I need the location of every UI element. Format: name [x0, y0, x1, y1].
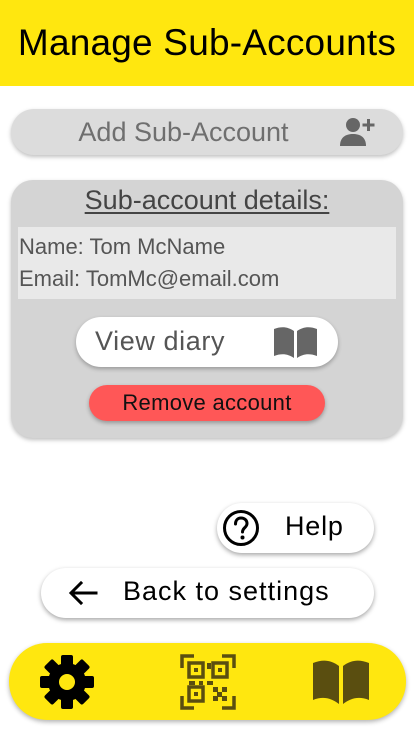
view-diary-label: View diary	[95, 326, 226, 356]
sub-account-card: Sub-account details: Name: Tom McName Em…	[11, 180, 403, 438]
back-to-settings-button[interactable]: Back to settings	[41, 568, 374, 618]
help-label: Help	[285, 511, 344, 541]
qr-code-icon	[180, 653, 236, 710]
gear-icon	[40, 654, 94, 709]
arrow-left-icon	[68, 580, 98, 606]
add-user-icon	[340, 118, 375, 146]
add-sub-account-button[interactable]: Add Sub-Account	[11, 109, 403, 155]
remove-account-button[interactable]: Remove account	[89, 385, 325, 421]
card-title: Sub-account details:	[84, 185, 330, 215]
bottom-nav	[9, 643, 406, 720]
book-icon	[274, 327, 317, 358]
page-title: Manage Sub-Accounts	[17, 22, 397, 63]
add-sub-account-label: Add Sub-Account	[78, 116, 289, 147]
nav-settings[interactable]	[31, 643, 103, 720]
app-header: Manage Sub-Accounts	[0, 0, 414, 86]
question-circle-icon	[223, 510, 259, 546]
nav-diary[interactable]	[305, 643, 377, 720]
back-to-settings-label: Back to settings	[123, 576, 330, 606]
account-name: Name: Tom McName	[19, 234, 226, 259]
remove-account-label: Remove account	[122, 390, 292, 415]
account-email: Email: TomMc@email.com	[19, 266, 280, 291]
book-icon	[313, 660, 369, 704]
nav-qr-scan[interactable]	[172, 643, 244, 720]
help-button[interactable]: Help	[217, 503, 374, 553]
account-details: Name: Tom McName Email: TomMc@email.com	[18, 227, 396, 299]
view-diary-button[interactable]: View diary	[76, 317, 338, 367]
